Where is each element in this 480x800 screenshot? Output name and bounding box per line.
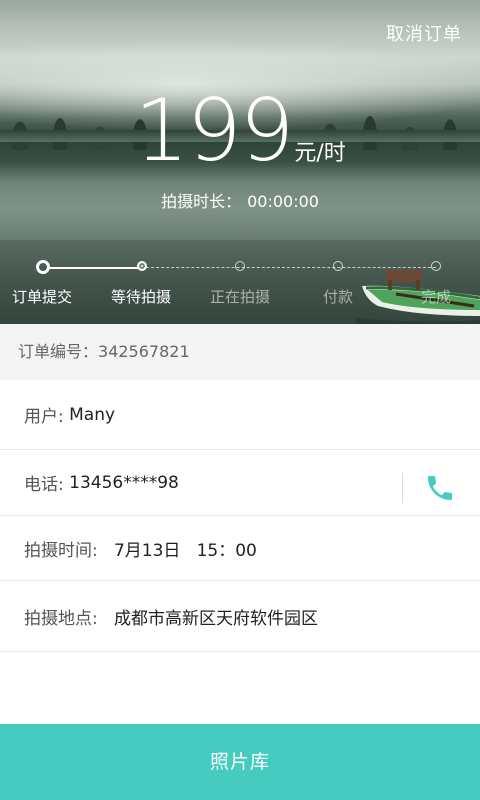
step-connector-completed [50,267,142,269]
price-unit: 元/时 [294,141,346,166]
step-dot-complete [431,261,441,271]
user-row: 用户: Many [0,380,480,450]
order-number-value: 342567821 [98,342,190,361]
order-progress-stepper: 订单提交 等待拍摄 正在拍摄 付款 完成 [0,256,480,316]
step-label-submitted: 订单提交 [11,288,72,306]
order-number-label: 订单编号： [18,342,99,361]
step-connector-upcoming [146,267,436,268]
user-value: Many [69,404,116,425]
hero-banner: 取消订单 199元/时 拍摄时长： 00:00:00 订单提交 等待拍摄 正在拍摄… [0,0,480,324]
shoot-time-label: 拍摄时间: [24,540,98,561]
order-number-bar: 订单编号：342567821 [0,324,480,380]
step-label-waiting: 等待拍摄 [110,288,171,306]
shoot-time-row: 拍摄时间: 7月13日 15：00 [0,516,480,581]
step-dot-waiting [137,261,147,271]
phone-value: 13456****98 [69,472,179,493]
step-dot-payment [333,261,343,271]
duration-label: 拍摄时长： [161,192,242,211]
step-label-shooting: 正在拍摄 [209,288,270,306]
photo-gallery-button[interactable]: 照片库 [0,724,480,800]
step-label-complete: 完成 [420,288,451,306]
step-label-payment: 付款 [322,288,353,306]
phone-label: 电话: [24,475,64,495]
price-display: 199元/时 [0,88,480,174]
phone-divider [402,473,403,503]
duration-value: 00:00:00 [247,192,319,211]
step-dot-shooting [235,261,245,271]
user-label: 用户: [24,407,64,427]
shoot-place-label: 拍摄地点: [24,608,98,629]
shoot-place-row: 拍摄地点: 成都市高新区天府软件园区 [0,581,480,652]
cancel-order-button[interactable]: 取消订单 [386,20,462,46]
price-value: 199 [134,81,294,181]
step-dot-submitted [36,260,50,274]
shoot-place-value: 成都市高新区天府软件园区 [113,608,318,629]
shoot-duration: 拍摄时长： 00:00:00 [0,188,480,212]
phone-icon[interactable] [424,472,456,504]
shoot-time-value: 7月13日 15：00 [113,540,257,561]
phone-row: 电话: 13456****98 [0,450,480,516]
